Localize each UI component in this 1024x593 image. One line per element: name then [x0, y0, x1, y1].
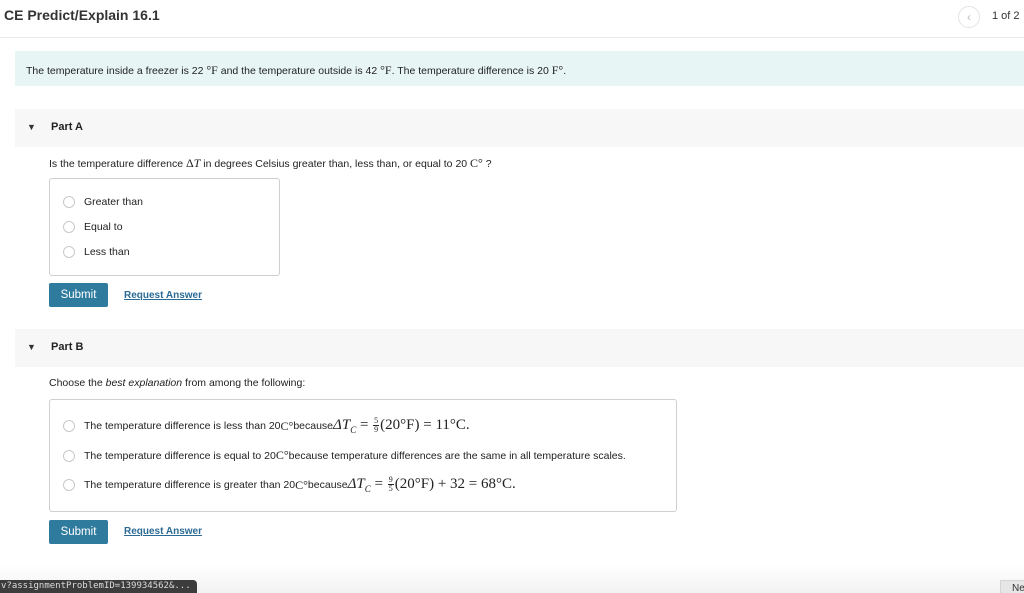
equation-lhs: ΔT [347, 476, 365, 492]
question-text: Is the temperature difference [49, 158, 186, 170]
equals-sign: = [356, 417, 373, 433]
equation-rhs: (20°F) = 11°C. [380, 417, 470, 433]
choice-label: because [293, 420, 334, 432]
part-a-choices: Greater than Equal to Less than [49, 178, 280, 276]
explanation-option-greater[interactable]: The temperature difference is greater th… [63, 476, 516, 494]
radio-button[interactable] [63, 221, 75, 233]
question-emphasis: best explanation [105, 377, 183, 389]
intro-text-segment: . The temperature difference is 20 [391, 65, 552, 77]
unit-fahrenheit: °F [206, 63, 218, 77]
radio-button[interactable] [63, 479, 75, 491]
link-status-url: v?assignmentProblemID=139934562&... [0, 580, 197, 593]
intro-text-segment: The temperature inside a freezer is 22 [26, 65, 207, 77]
explanation-option-equal[interactable]: The temperature difference is equal to 2… [63, 448, 626, 463]
header-bar: CE Predict/Explain 16.1 ‹ 1 of 2 [0, 0, 1024, 38]
question-text: ? [482, 158, 492, 170]
collapse-triangle-icon[interactable]: ▼ [27, 122, 36, 132]
unit-fahrenheit-degrees: F° [551, 63, 564, 77]
unit-celsius-degrees: C° [280, 418, 294, 433]
question-text: Choose the [49, 377, 106, 389]
intro-text-segment: and the temperature outside is 42 [217, 65, 381, 77]
choice-greater-than[interactable]: Greater than [63, 196, 143, 208]
radio-button[interactable] [63, 196, 75, 208]
page-indicator: 1 of 2 [992, 10, 1020, 22]
intro-text: The temperature inside a freezer is 22 °… [26, 63, 566, 78]
part-a-question: Is the temperature difference ΔT in degr… [49, 156, 492, 171]
equation: ΔTC = 5 9 (20°F) = 11°C. [333, 417, 470, 435]
unit-celsius-degrees: C° [295, 477, 308, 492]
fraction-denominator: 9 [374, 425, 379, 435]
unit-celsius-degrees: C° [470, 156, 483, 170]
fraction: 95 [387, 476, 394, 494]
choice-less-than[interactable]: Less than [63, 246, 130, 258]
part-b-label: Part B [51, 341, 84, 353]
part-b-submit-button[interactable]: Submit [49, 520, 108, 544]
question-text: from among the following: [182, 377, 306, 389]
question-text: in degrees Celsius greater than, less th… [200, 158, 471, 170]
choice-label: The temperature difference is less than … [84, 420, 281, 432]
part-b-choices: The temperature difference is less than … [49, 399, 677, 512]
intro-text-segment: . [563, 65, 567, 77]
chevron-left-icon: ‹ [967, 10, 971, 24]
equals-sign: = [370, 476, 387, 492]
problem-intro: The temperature inside a freezer is 22 °… [15, 51, 1024, 86]
choice-label: Greater than [84, 196, 143, 208]
equation-lhs: ΔT [333, 417, 351, 433]
fraction: 59 [373, 417, 380, 435]
unit-fahrenheit: °F [380, 63, 392, 77]
equation-rhs: (20°F) + 32 = 68°C. [394, 476, 516, 492]
choice-label: Less than [84, 246, 130, 258]
part-a-request-answer-link[interactable]: Request Answer [124, 290, 202, 301]
radio-button[interactable] [63, 420, 75, 432]
fraction-denominator: 5 [388, 484, 393, 494]
choice-label: The temperature difference is equal to 2… [84, 449, 276, 462]
part-a-submit-button[interactable]: Submit [49, 283, 108, 307]
previous-item-button[interactable]: ‹ [958, 6, 980, 28]
choice-label: Equal to [84, 221, 123, 233]
explanation-option-less[interactable]: The temperature difference is less than … [63, 417, 470, 435]
part-b-request-answer-link[interactable]: Request Answer [124, 526, 202, 537]
part-b-header[interactable]: ▼ Part B [15, 329, 1024, 367]
next-button[interactable]: Next [1000, 580, 1024, 593]
part-b-question: Choose the best explanation from among t… [49, 377, 305, 389]
collapse-triangle-icon[interactable]: ▼ [27, 342, 36, 352]
radio-button[interactable] [63, 449, 75, 462]
delta-symbol: Δ [185, 156, 194, 170]
choice-label: because temperature differences are the … [288, 449, 626, 462]
choice-equal-to[interactable]: Equal to [63, 221, 123, 233]
unit-celsius-degrees: C° [275, 448, 289, 462]
choice-label: because [307, 479, 348, 491]
radio-button[interactable] [63, 246, 75, 258]
part-a-header[interactable]: ▼ Part A [15, 109, 1024, 147]
assignment-title: CE Predict/Explain 16.1 [4, 7, 160, 23]
choice-label: The temperature difference is greater th… [84, 479, 296, 491]
part-a-label: Part A [51, 121, 83, 133]
equation: ΔTC = 9 5 (20°F) + 32 = 68°C. [348, 476, 516, 494]
